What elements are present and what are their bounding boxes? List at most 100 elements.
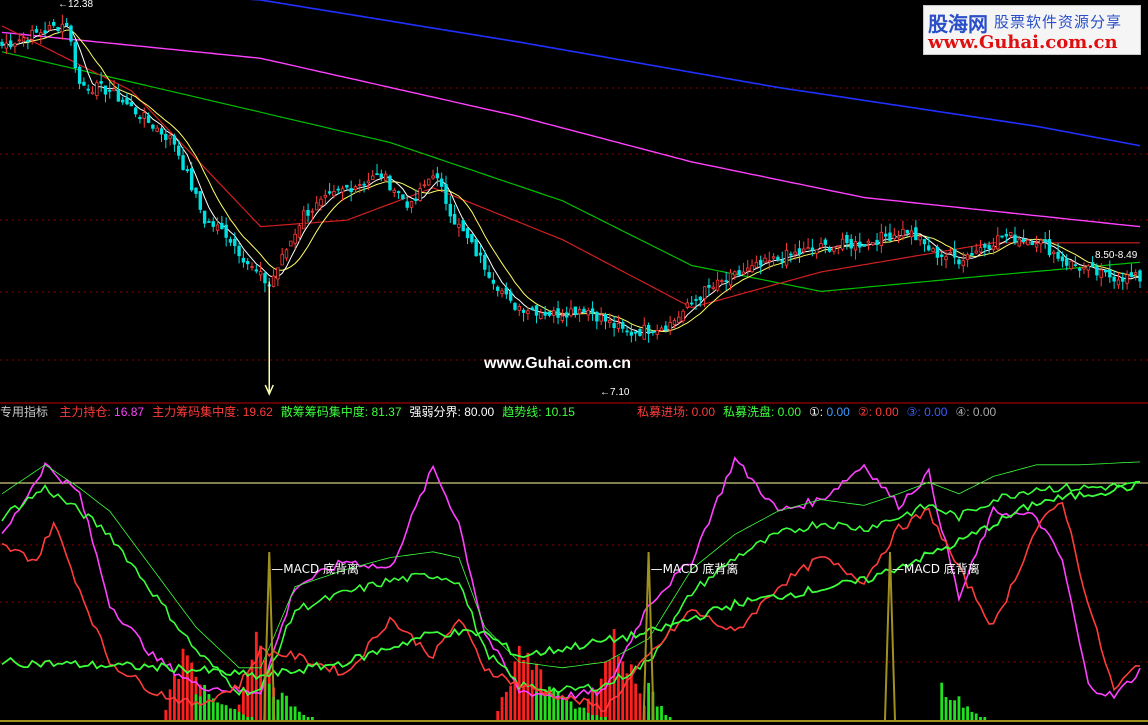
candle-body [164,133,168,140]
candle-body [181,155,185,170]
legend-value: 0.00 [774,405,802,419]
candle-body [155,127,159,132]
legend-label: 趋势线: [502,405,542,419]
candle-body [1060,256,1065,262]
candle-body [965,254,970,261]
candle-body [858,241,862,248]
histogram-green-bar [535,691,538,720]
candle-body [353,186,358,191]
histogram-red-bar [250,659,254,720]
candle-body [284,249,289,259]
logo-url: www.Guhai.com.cn [928,32,1118,53]
candle-body [1069,260,1073,270]
candle-body [944,256,948,260]
candle-body [853,241,858,251]
candle-body [461,220,465,232]
candle-body [21,37,26,42]
candle-body [1039,239,1043,245]
candle-body [1116,279,1121,286]
candle-body [56,26,60,32]
indicator-legend-bar: 专用指标 主力持仓: 16.87 主力筹码集中度: 19.62 散筹筹码集中度: 8… [0,404,1148,421]
histogram-red-bar [513,661,517,720]
legend-label: 强弱分界: [409,405,461,419]
candle-body [1004,233,1009,237]
candle-body [271,275,276,287]
candle-body [970,253,974,256]
histogram-green-bar [229,708,232,720]
high-price-label: ←12.38 [58,0,93,10]
legend-value: 0.00 [920,405,948,419]
histogram-green-bar [573,708,577,720]
candle-body [306,209,310,216]
histogram-green-bar [970,711,974,720]
candle-body [185,169,190,172]
candle-body [590,308,595,315]
candle-body [629,331,634,336]
candle-body [258,271,263,276]
candle-body [95,82,99,96]
candle-body [314,202,319,211]
histogram-red-bar [185,655,189,720]
legend-item: ①: 0.00 [809,405,850,419]
candle-body [470,234,474,243]
candle-body [17,39,21,42]
candle-body [948,251,953,254]
candle-body [30,29,34,40]
candle-body [405,201,409,208]
candle-body [250,266,254,269]
candle-body [879,231,884,247]
candle-body [728,272,733,286]
candle-body [720,280,724,283]
candle-body [146,115,151,123]
candle-body [862,243,866,247]
candle-body [1034,243,1039,248]
candle-body [922,239,927,245]
candle-body [871,241,875,245]
candle-body [207,221,211,223]
histogram-green-bar [289,706,293,720]
candle-body [866,240,871,244]
legend-value: 80.00 [460,405,495,419]
candle-body [414,198,418,202]
candle-body [1043,239,1047,243]
candle-body [1065,258,1069,266]
candle-body [297,225,302,238]
candle-body [177,145,181,156]
candle-body [815,249,819,254]
candle-body [215,224,220,231]
candle-body [491,279,496,284]
candle-body [780,259,784,263]
legend-value: 0.00 [688,405,715,419]
candle-body [422,184,427,187]
legend-item: ④: 0.00 [955,405,996,419]
histogram-red-bar [246,672,250,720]
candle-body [43,30,47,34]
candle-body [909,230,914,238]
candle-body [776,256,780,261]
histogram-red-bar [638,693,642,720]
candle-body [418,188,422,201]
candle-body [383,173,388,181]
candle-body [1056,251,1060,259]
candle-body [659,327,664,331]
legend-item: 主力持仓: 16.87 [59,405,144,419]
candle-body [668,322,672,331]
candle-body [552,310,556,316]
candle-body [952,249,957,258]
histogram-green-bar [591,714,594,720]
candle-body [539,312,543,320]
candle-body [754,261,759,268]
candle-body [582,308,586,313]
histogram-green-bar [198,696,202,720]
candle-body [168,135,172,139]
candle-body [1129,272,1134,278]
candle-body [517,305,521,311]
candle-body [685,302,690,308]
legend-item: 私募进场: 0.00 [637,405,715,419]
histogram-green-bar [586,712,590,720]
candle-body [129,102,134,107]
candle-body [194,187,198,194]
candle-body [496,286,500,291]
candle-body [810,247,815,251]
histogram-green-bar [569,701,573,720]
